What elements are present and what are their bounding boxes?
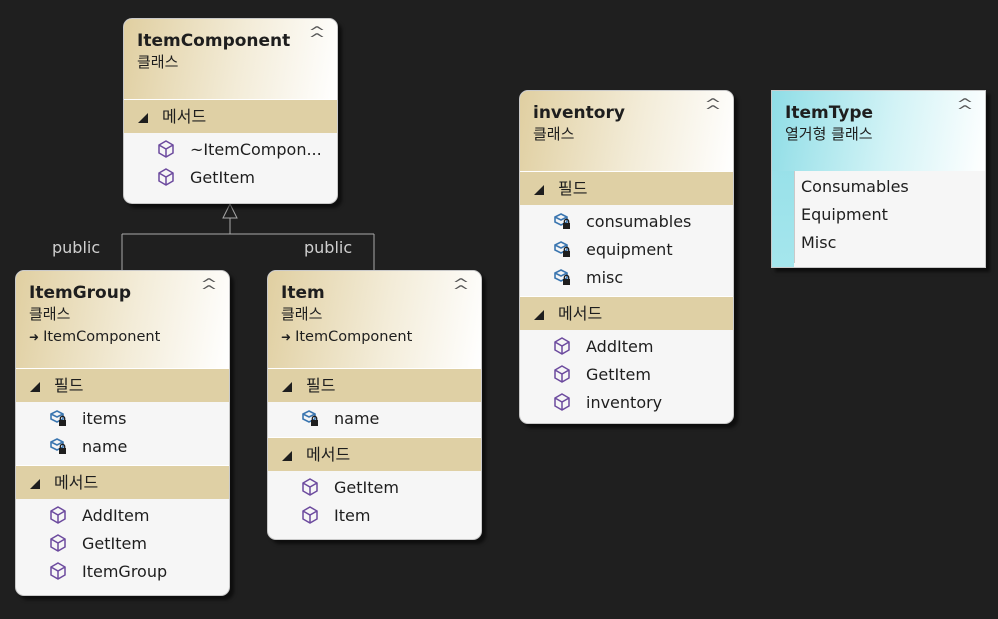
fields-section-header[interactable]: 필드 (16, 368, 229, 402)
private-field-icon (50, 438, 66, 454)
class-name: Item (281, 283, 325, 303)
method-icon (554, 393, 570, 411)
collapse-icon[interactable]: ^ ^ (308, 26, 325, 46)
method-item[interactable]: inventory (520, 389, 733, 417)
inherits-arrow-icon: ➜ (29, 330, 40, 344)
expand-triangle-icon (282, 382, 292, 392)
expand-triangle-icon (534, 310, 544, 320)
enum-value[interactable]: Consumables (795, 173, 985, 201)
collapse-icon[interactable]: ^ ^ (704, 98, 721, 118)
private-field-icon (554, 241, 570, 257)
method-icon (158, 168, 174, 186)
method-item[interactable]: GetItem (520, 361, 733, 389)
field-item[interactable]: consumables (520, 208, 733, 236)
class-kind: 클래스 (281, 305, 323, 323)
method-icon (50, 534, 66, 552)
method-item[interactable]: GetItem (124, 164, 337, 192)
method-icon (302, 478, 318, 496)
enum-name: ItemType (785, 103, 874, 123)
method-icon (158, 140, 174, 158)
expand-triangle-icon (282, 451, 292, 461)
class-name: ItemComponent (137, 31, 291, 51)
enum-kind: 열거형 클래스 (785, 125, 873, 143)
class-kind: 클래스 (29, 305, 71, 323)
field-item[interactable]: misc (520, 264, 733, 292)
field-item[interactable]: name (268, 405, 481, 433)
field-item[interactable]: name (16, 433, 229, 461)
private-field-icon (302, 410, 318, 426)
inherits-arrow-icon: ➜ (281, 330, 292, 344)
class-box-itemgroup[interactable]: ItemGroup 클래스 ➜ ItemComponent ^ ^ 필드 items… (15, 270, 230, 596)
class-kind: 클래스 (533, 125, 575, 143)
class-name: inventory (533, 103, 625, 123)
expand-triangle-icon (138, 113, 148, 123)
expand-triangle-icon (534, 185, 544, 195)
class-name: ItemGroup (29, 283, 131, 303)
method-item[interactable]: GetItem (16, 530, 229, 558)
private-field-icon (554, 269, 570, 285)
relation-label-itemgroup: public (52, 238, 101, 257)
base-class: ➜ ItemComponent (29, 329, 161, 345)
method-item[interactable]: ~ItemCompon... (124, 136, 337, 164)
fields-section-header[interactable]: 필드 (268, 368, 481, 402)
inheritance-arrowhead (222, 202, 238, 219)
expand-triangle-icon (30, 479, 40, 489)
enum-box-itemtype[interactable]: ItemType 열거형 클래스 ^ ^ Consumables Equipmen… (771, 90, 986, 268)
methods-section-header[interactable]: 메서드 (16, 465, 229, 499)
enum-value[interactable]: Misc (795, 229, 985, 257)
methods-section-header[interactable]: 메서드 (124, 99, 337, 133)
expand-triangle-icon (30, 382, 40, 392)
method-item[interactable]: AddItem (16, 502, 229, 530)
collapse-icon[interactable]: ^ ^ (452, 278, 469, 298)
class-box-inventory[interactable]: inventory 클래스 ^ ^ 필드 consumables equipmen… (519, 90, 734, 424)
method-icon (554, 337, 570, 355)
relation-label-item: public (304, 238, 353, 257)
method-item[interactable]: ItemGroup (16, 558, 229, 586)
method-item[interactable]: Item (268, 502, 481, 530)
collapse-icon[interactable]: ^ ^ (956, 98, 973, 118)
base-class: ➜ ItemComponent (281, 329, 413, 345)
field-item[interactable]: items (16, 405, 229, 433)
private-field-icon (50, 410, 66, 426)
class-box-item[interactable]: Item 클래스 ➜ ItemComponent ^ ^ 필드 name 메서드 G… (267, 270, 482, 540)
method-icon (554, 365, 570, 383)
methods-section-header[interactable]: 메서드 (520, 296, 733, 330)
method-icon (50, 562, 66, 580)
method-item[interactable]: GetItem (268, 474, 481, 502)
class-kind: 클래스 (137, 53, 179, 71)
method-icon (302, 506, 318, 524)
methods-section-header[interactable]: 메서드 (268, 437, 481, 471)
method-icon (50, 506, 66, 524)
field-item[interactable]: equipment (520, 236, 733, 264)
class-box-itemcomponent[interactable]: ItemComponent 클래스 ^ ^ 메서드 ~ItemCompon... … (123, 18, 338, 204)
fields-section-header[interactable]: 필드 (520, 171, 733, 205)
enum-value[interactable]: Equipment (795, 201, 985, 229)
collapse-icon[interactable]: ^ ^ (200, 278, 217, 298)
method-item[interactable]: AddItem (520, 333, 733, 361)
private-field-icon (554, 213, 570, 229)
